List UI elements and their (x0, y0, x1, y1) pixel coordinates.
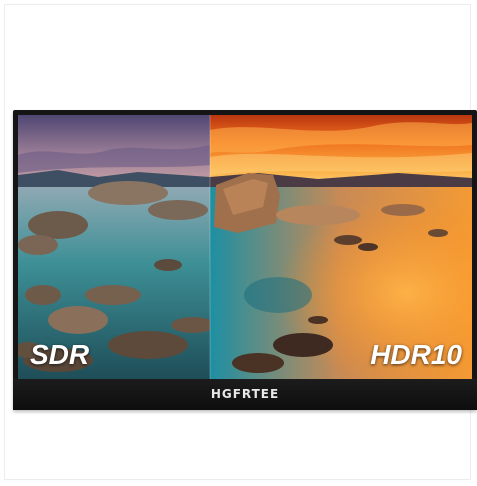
sdr-label: SDR (30, 339, 90, 370)
hdr10-label: HDR10 (370, 339, 462, 370)
brand-logo: HGFRTEE (210, 387, 280, 401)
monitor-bezel: HGFRTEE (13, 379, 477, 410)
product-image: SDR HDR10 HGFRTEE (0, 0, 477, 486)
monitor-screen: SDR HDR10 (18, 115, 472, 379)
portable-monitor: SDR HDR10 HGFRTEE (13, 110, 477, 410)
